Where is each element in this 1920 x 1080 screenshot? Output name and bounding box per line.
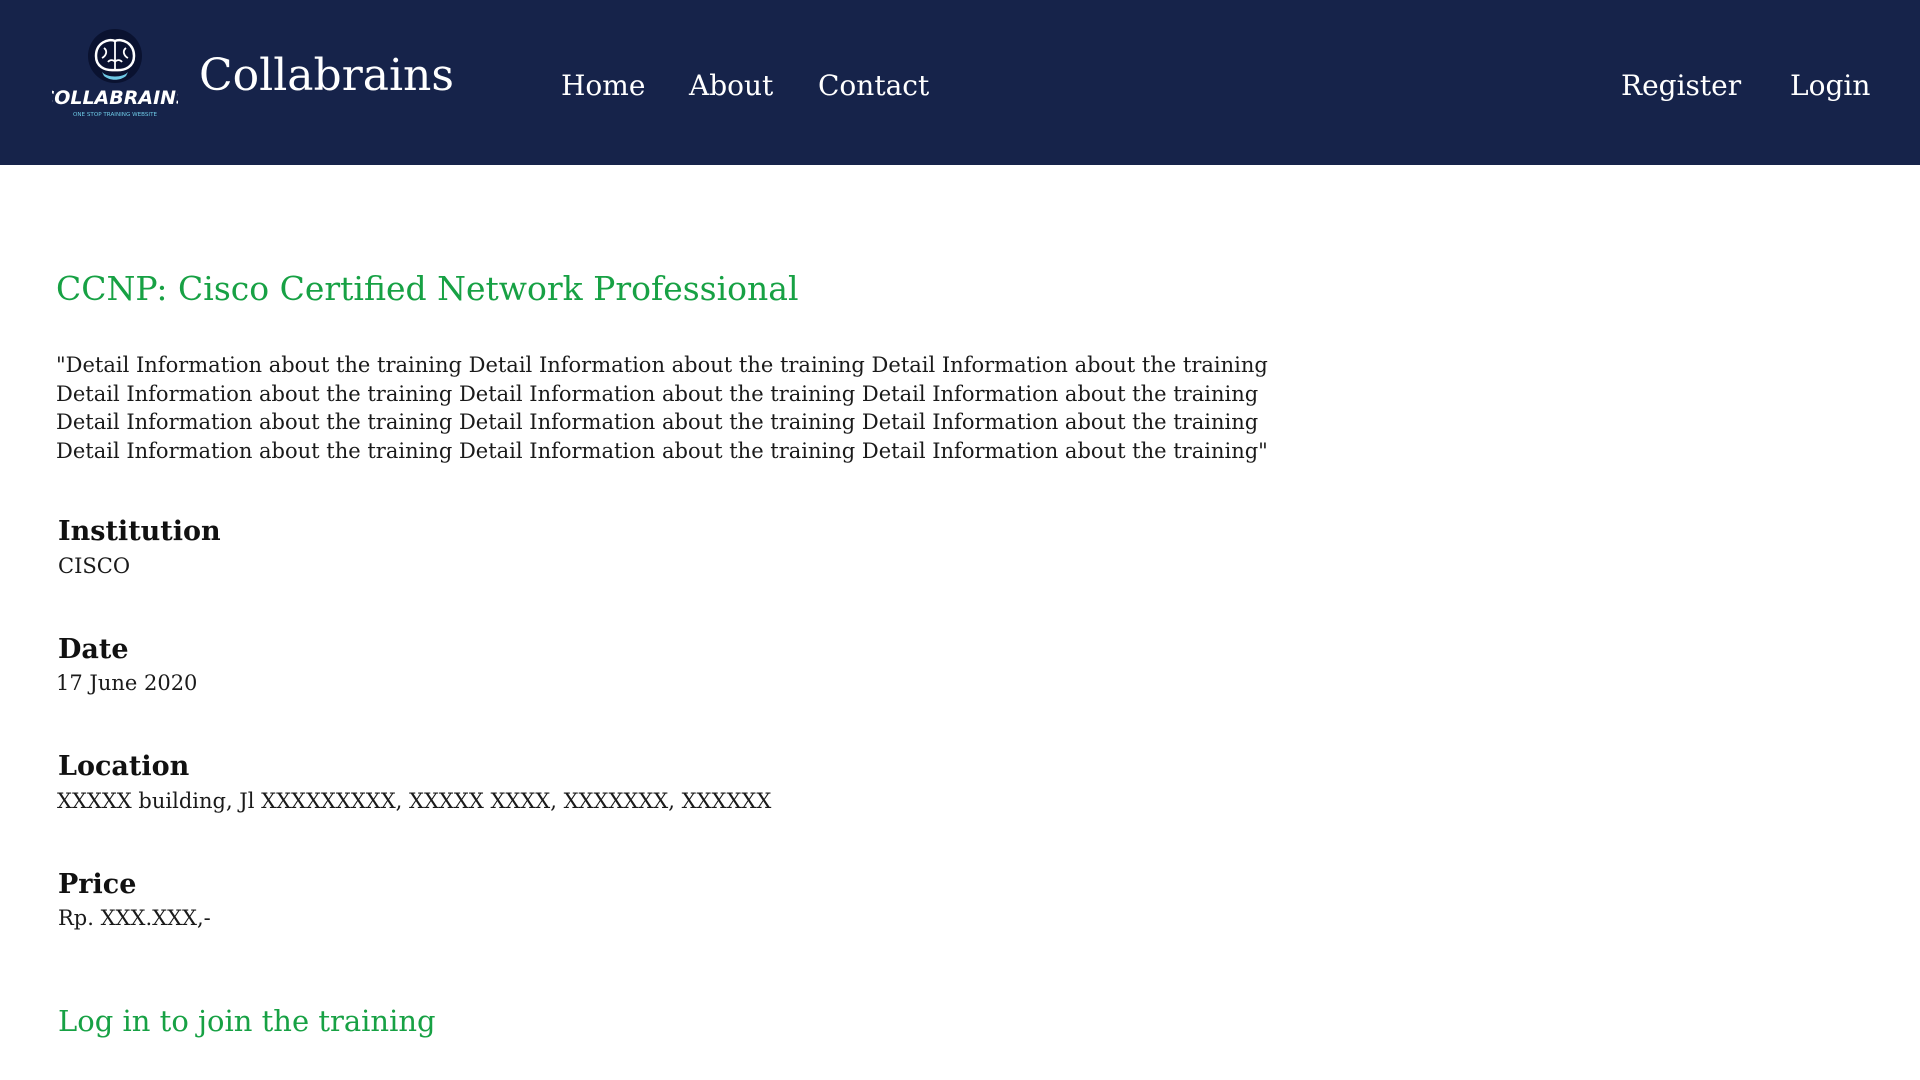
login-to-join-link[interactable]: Log in to join the training <box>58 1007 436 1036</box>
description-line: Detail Information about the training De… <box>56 381 1259 406</box>
nav-home-link[interactable]: Home <box>561 72 645 100</box>
description-line: Detail Information about the training De… <box>56 410 1259 435</box>
collabrains-logo[interactable]: COLLABRAINS ONE STOP TRAINING WEBSITE <box>52 26 178 122</box>
description-line: "Detail Information about the training D… <box>56 353 1268 377</box>
institution-label: Institution <box>58 516 221 547</box>
brain-icon: COLLABRAINS ONE STOP TRAINING WEBSITE <box>52 29 178 118</box>
date-label: Date <box>58 634 129 665</box>
top-navbar: COLLABRAINS ONE STOP TRAINING WEBSITE Co… <box>0 0 1920 165</box>
logo-tagline: ONE STOP TRAINING WEBSITE <box>73 112 158 118</box>
institution-value: CISCO <box>58 554 131 578</box>
logo-wordmark: COLLABRAINS <box>52 87 178 109</box>
login-link[interactable]: Login <box>1790 72 1870 100</box>
training-title: CCNP: Cisco Certified Network Profession… <box>56 269 799 308</box>
date-value: 17 June 2020 <box>56 671 198 695</box>
register-link[interactable]: Register <box>1621 72 1741 100</box>
nav-contact-link[interactable]: Contact <box>818 72 929 100</box>
price-value: Rp. XXX.XXX,- <box>58 906 211 930</box>
training-description: "Detail Information about the training D… <box>56 351 1268 466</box>
location-label: Location <box>58 751 190 782</box>
nav-about-link[interactable]: About <box>689 72 773 100</box>
description-line: Detail Information about the training De… <box>56 439 1268 464</box>
brand-name[interactable]: Collabrains <box>199 54 454 98</box>
price-label: Price <box>58 869 137 900</box>
location-value: XXXXX building, Jl XXXXXXXXX, XXXXX XXXX… <box>57 789 772 813</box>
